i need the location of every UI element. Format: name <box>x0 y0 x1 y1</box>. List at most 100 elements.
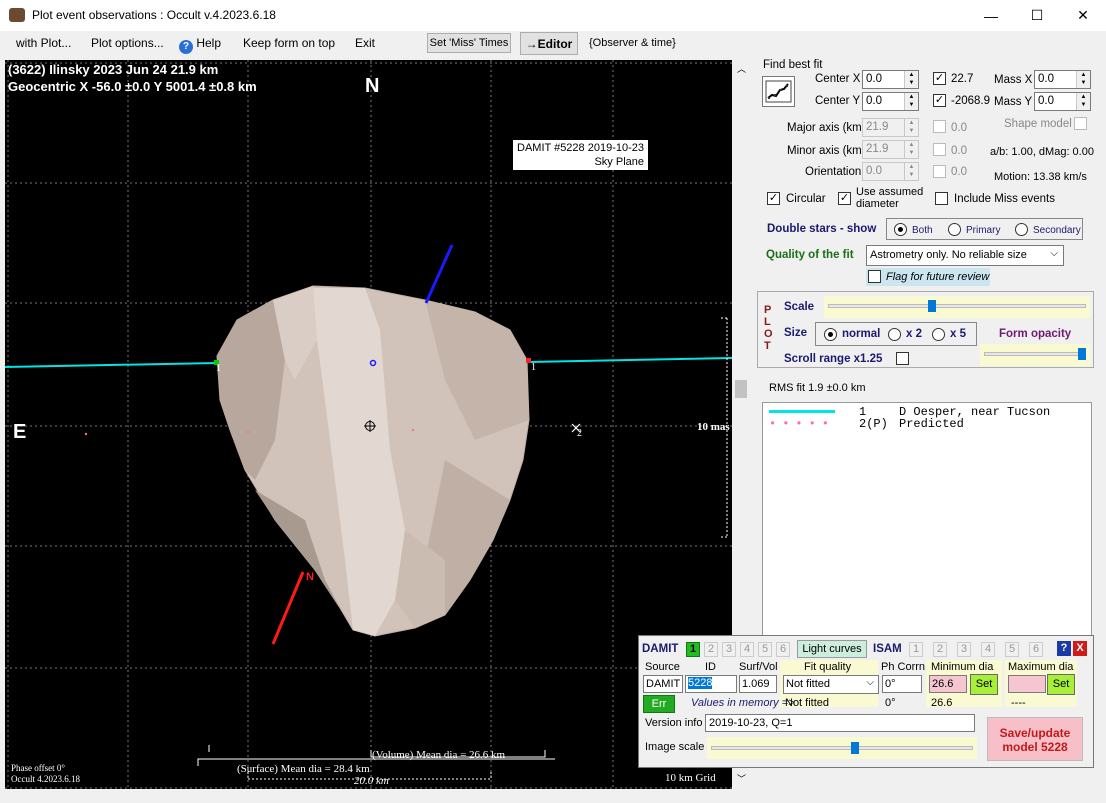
minor-axis-input[interactable]: 21.9 ▲ ▼ <box>862 140 919 159</box>
set-max-dia-button[interactable]: Set <box>1047 674 1075 695</box>
legend-num-2: 2(P) <box>859 417 888 431</box>
mass-x-spinner[interactable]: ▲ ▼ <box>1076 71 1090 88</box>
form-opacity-slider[interactable] <box>980 344 1090 366</box>
center-y-spinner[interactable]: ▲ ▼ <box>904 93 918 110</box>
north-label: N <box>365 75 380 97</box>
menu-with-plot[interactable]: with Plot... <box>16 36 71 50</box>
center-x-input[interactable]: 0.0 ▲ ▼ <box>862 70 919 89</box>
occultation-plot[interactable]: (3622) Ilinsky 2023 Jun 24 21.9 km Geoce… <box>5 60 732 789</box>
title-bar: Plot event observations : Occult v.4.202… <box>0 0 1106 31</box>
light-curves-button[interactable]: Light curves <box>797 640 867 658</box>
use-assumed-diameter-checkbox[interactable]: ✓ <box>838 192 851 205</box>
include-miss-checkbox[interactable] <box>935 192 948 205</box>
ph-corrn-field[interactable]: 0° <box>882 675 922 693</box>
observer-time-label[interactable]: {Observer & time} <box>589 37 676 49</box>
image-scale-slider[interactable] <box>707 737 977 759</box>
editor-button[interactable]: →Editor <box>520 32 578 55</box>
scale-label: Scale <box>784 301 815 313</box>
set-min-dia-button[interactable]: Set <box>970 674 998 695</box>
damit-model-3[interactable]: 3 <box>722 642 736 657</box>
use-assumed-line2: diameter <box>856 198 899 210</box>
maximize-button[interactable]: ☐ <box>1014 0 1060 31</box>
isam-model-5[interactable]: 5 <box>1005 642 1019 657</box>
memory-fit-quality: Not fitted <box>785 697 830 709</box>
close-button[interactable]: ✕ <box>1060 0 1106 31</box>
size-normal-label: normal <box>842 328 881 340</box>
secondary-radio[interactable] <box>1015 223 1028 236</box>
center-y-input[interactable]: 0.0 ▲ ▼ <box>862 92 919 111</box>
size-x2-label: x 2 <box>906 328 922 340</box>
size-x2-radio[interactable] <box>888 328 901 341</box>
mass-y-input[interactable]: 0.0 ▲ ▼ <box>1034 92 1091 111</box>
mass-x-input[interactable]: 0.0 ▲ ▼ <box>1034 70 1091 89</box>
quality-of-fit-select[interactable]: Astrometry only. No reliable size ⌵ <box>866 245 1064 266</box>
menu-plot-options[interactable]: Plot options... <box>91 36 164 50</box>
both-radio[interactable] <box>894 223 907 236</box>
damit-model-6[interactable]: 6 <box>776 642 790 657</box>
isam-model-4[interactable]: 4 <box>981 642 995 657</box>
close-icon[interactable]: X <box>1073 641 1087 656</box>
major-axis-spinner[interactable]: ▲ ▼ <box>904 119 918 136</box>
max-dia-field[interactable] <box>1008 675 1046 693</box>
isam-model-6[interactable]: 6 <box>1029 642 1043 657</box>
scroll-range-checkbox[interactable] <box>896 352 909 365</box>
min-dia-header: Minimum dia <box>931 661 994 673</box>
plot-header-line1: (3622) Ilinsky 2023 Jun 24 21.9 km <box>8 62 219 77</box>
size-normal-radio[interactable] <box>824 328 837 341</box>
primary-radio[interactable] <box>948 223 961 236</box>
size-x5-radio[interactable] <box>932 328 945 341</box>
double-stars-label: Double stars - show <box>767 223 877 235</box>
damit-model-label: DAMIT #5228 2019-10-23 Sky Plane <box>513 140 648 170</box>
center-x-checkbox[interactable]: ✓ <box>933 72 946 85</box>
circular-checkbox[interactable]: ✓ <box>767 192 780 205</box>
isam-model-1[interactable]: 1 <box>909 642 923 657</box>
image-scale-thumb[interactable] <box>850 742 859 754</box>
orientation-checkbox[interactable] <box>933 165 946 178</box>
center-x-result: 22.7 <box>951 73 974 85</box>
plot-letter-o: O <box>764 328 773 340</box>
damit-model-4[interactable]: 4 <box>740 642 754 657</box>
surf-vol-field[interactable]: 1.069 <box>739 675 777 693</box>
asteroid-shape-model <box>216 285 530 637</box>
set-miss-times-button[interactable]: Set 'Miss' Times <box>427 33 511 53</box>
mass-y-spinner[interactable]: ▲ ▼ <box>1076 93 1090 110</box>
damit-model-5[interactable]: 5 <box>758 642 772 657</box>
scroll-up-icon[interactable]: ︿ <box>737 62 746 75</box>
err-button[interactable]: Err <box>643 695 675 713</box>
major-axis-checkbox[interactable] <box>933 120 946 133</box>
center-x-spinner[interactable]: ▲ ▼ <box>904 71 918 88</box>
damit-model-1[interactable]: 1 <box>686 642 700 657</box>
opacity-slider-thumb[interactable] <box>1078 348 1086 360</box>
id-field[interactable]: 5228 <box>685 675 737 693</box>
isam-model-2[interactable]: 2 <box>933 642 947 657</box>
save-update-model-button[interactable]: Save/update model 5228 <box>987 717 1083 761</box>
find-best-fit-button[interactable] <box>762 76 795 107</box>
primary-label: Primary <box>966 225 1001 236</box>
flag-review-label: Flag for future review <box>886 271 990 283</box>
scroll-down-icon[interactable]: ﹀ <box>737 772 746 785</box>
minor-axis-spinner[interactable]: ▲ ▼ <box>904 141 918 158</box>
version-info-field[interactable]: 2019-10-23, Q=1 <box>705 714 975 732</box>
major-axis-input[interactable]: 21.9 ▲ ▼ <box>862 118 919 137</box>
menu-keep-on-top[interactable]: Keep form on top <box>243 36 335 50</box>
quality-of-fit-value: Astrometry only. No reliable size <box>870 249 1027 261</box>
menu-help[interactable]: ? Help <box>179 36 221 54</box>
shape-model-checkbox[interactable] <box>1074 117 1087 130</box>
min-dia-field[interactable]: 26.6 <box>929 675 967 693</box>
damit-model-2[interactable]: 2 <box>704 642 718 657</box>
menu-exit[interactable]: Exit <box>355 36 375 50</box>
isam-model-3[interactable]: 3 <box>957 642 971 657</box>
flag-review-checkbox[interactable] <box>868 270 881 283</box>
minor-axis-checkbox[interactable] <box>933 143 946 156</box>
scale-slider[interactable] <box>824 296 1090 318</box>
minimize-button[interactable]: — <box>968 0 1014 31</box>
major-axis-label: Major axis (km) <box>787 122 866 134</box>
orientation-input[interactable]: 0.0 ▲ ▼ <box>862 162 919 181</box>
center-y-checkbox[interactable]: ✓ <box>933 94 946 107</box>
scroll-thumb[interactable] <box>735 380 747 398</box>
help-icon[interactable]: ? <box>1057 641 1071 656</box>
orientation-spinner[interactable]: ▲ ▼ <box>904 163 918 180</box>
scale-slider-thumb[interactable] <box>928 300 936 312</box>
fit-quality-select[interactable]: Not fitted ⌵ <box>783 675 879 694</box>
source-field[interactable]: DAMIT <box>643 675 683 693</box>
